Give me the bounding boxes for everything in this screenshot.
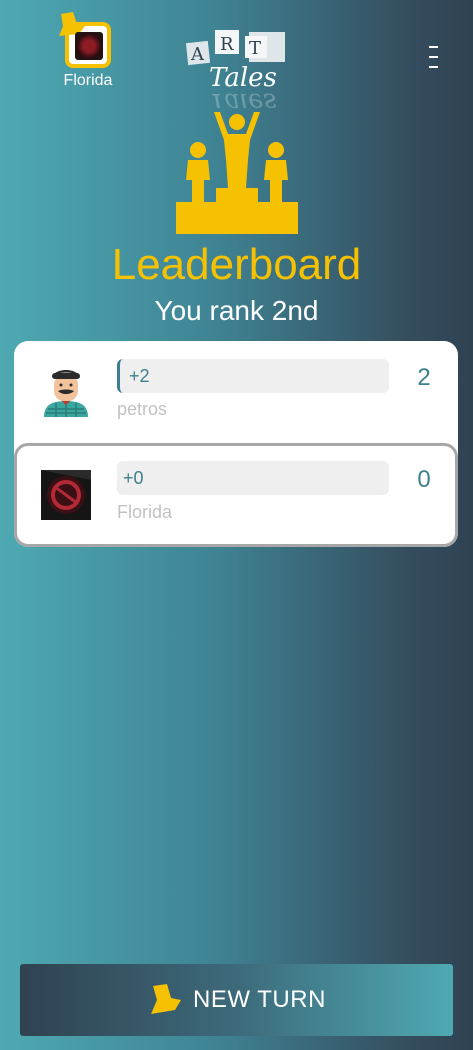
- leaderboard-list: +2 petros 2 +0 Florida 0: [14, 341, 458, 547]
- profile-name: Florida: [63, 72, 113, 89]
- leaderboard-row[interactable]: +2 petros 2: [14, 341, 458, 441]
- leaderboard-row-current-user[interactable]: +0 Florida 0: [14, 443, 458, 547]
- avatar: [41, 470, 91, 520]
- profile-art: [75, 32, 103, 60]
- player-score: 2: [417, 364, 431, 391]
- logo-letter-t: T: [249, 38, 261, 59]
- top-bar: Florida A R T Tales Tales: [0, 0, 473, 120]
- profile-avatar[interactable]: [59, 12, 111, 68]
- podium-icon: [176, 112, 298, 234]
- player-score: 0: [417, 466, 431, 493]
- more-vertical-icon[interactable]: [420, 42, 444, 72]
- svg-text:Tales: Tales: [209, 87, 277, 108]
- art-tales-logo: A R T Tales Tales: [185, 30, 285, 108]
- profile[interactable]: Florida: [50, 12, 126, 90]
- logo-letter-a: A: [190, 44, 205, 65]
- page-title: Leaderboard: [111, 240, 362, 289]
- new-turn-label: NEW TURN: [193, 986, 326, 1013]
- avatar: [44, 370, 88, 417]
- score-delta: +0: [117, 461, 389, 495]
- rank-text: You rank 2nd: [154, 295, 319, 326]
- player-name: Florida: [117, 502, 173, 522]
- hat-icon: [151, 984, 182, 1014]
- logo-letter-r: R: [220, 34, 234, 55]
- new-turn-button[interactable]: NEW TURN: [20, 964, 453, 1036]
- player-name: petros: [117, 399, 168, 419]
- score-delta: +2: [117, 359, 389, 393]
